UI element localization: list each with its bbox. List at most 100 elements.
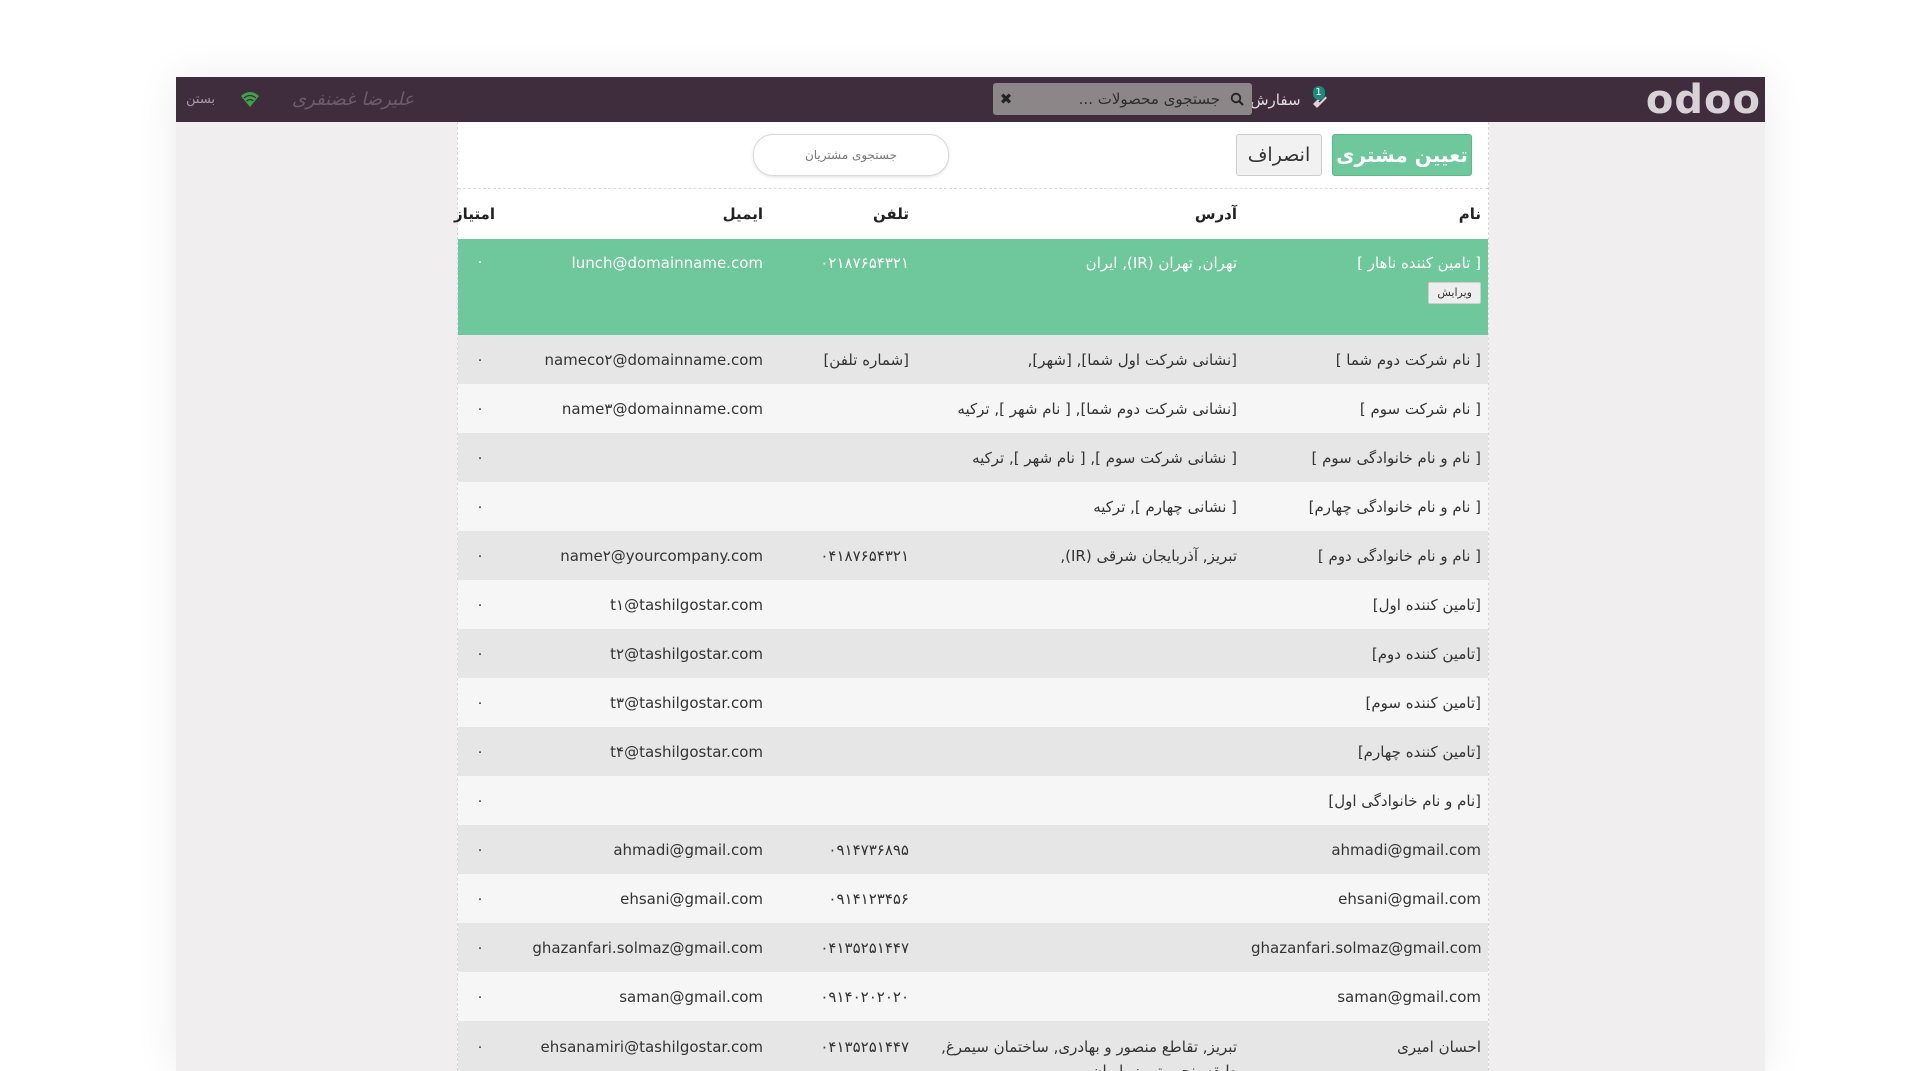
orders-badge: 1 [1312, 86, 1325, 100]
cell-email: name۳@domainname.com [561, 399, 763, 418]
cell-points: ۰ [476, 547, 484, 564]
cell-name: ahmadi@gmail.com [1331, 840, 1481, 859]
cell-name-text: [ تامین کننده ناهار ] [1357, 254, 1481, 272]
customer-table: نام آدرس تلفن ایمیل امتیاز [ تامین کننده… [454, 189, 1488, 1071]
cell-address: [نشانی شرکت دوم شما], [ نام شهر ], ترکیه [957, 399, 1237, 418]
cell-email: ehsani@gmail.com [620, 889, 763, 908]
cell-name: [تامین کننده اول] [1372, 595, 1481, 614]
cell-email: t۳@tashilgostar.com [610, 693, 763, 712]
cell-points: ۰ [476, 351, 484, 368]
table-row[interactable]: [تامین کننده دوم] t۲@tashilgostar.com ۰ [458, 629, 1488, 678]
cell-address [916, 923, 1244, 972]
cell-address [916, 776, 1244, 825]
cell-points: ۰ [476, 694, 484, 711]
cell-email: ghazanfari.solmaz@gmail.com [532, 938, 763, 957]
cell-points: ۰ [476, 841, 484, 858]
cell-name: [ نام شرکت سوم ] [1359, 399, 1481, 418]
cell-address [916, 629, 1244, 678]
table-row[interactable]: ahmadi@gmail.com ۰۹۱۴۷۳۶۸۹۵ ahmadi@gmail… [458, 825, 1488, 874]
table-header: نام آدرس تلفن ایمیل امتیاز [454, 189, 1488, 239]
cell-address [916, 825, 1244, 874]
cell-name: [ تامین کننده ناهار ] ویرایش [1244, 239, 1488, 335]
cell-points: ۰ [476, 939, 484, 956]
assign-customer-button[interactable]: تعیین مشتری [1332, 134, 1472, 176]
cell-address: تبریز, آذربایجان شرقی (IR), [1060, 546, 1237, 565]
cell-phone: [شماره تلفن] [823, 350, 909, 369]
cell-phone: ۰۹۱۴۰۲۰۲۰۲۰ [820, 987, 909, 1006]
cell-phone: ۰۲۱۸۷۶۵۴۳۲۱ [820, 254, 909, 272]
pos-window: odoo 1 سفارش ها جستجوی محصولات ... ✖ علی… [176, 77, 1765, 1071]
cell-name: [نام و نام خانوادگی اول] [1328, 791, 1481, 810]
cell-phone [770, 482, 916, 531]
cell-phone [770, 580, 916, 629]
cell-points: ۰ [476, 498, 484, 515]
table-row[interactable]: saman@gmail.com ۰۹۱۴۰۲۰۲۰۲۰ saman@gmail.… [458, 972, 1488, 1021]
cell-points: ۰ [476, 890, 484, 907]
product-search[interactable]: جستجوی محصولات ... ✖ [993, 83, 1252, 115]
product-search-input[interactable]: جستجوی محصولات ... [1019, 90, 1222, 108]
table-row-selected[interactable]: [ تامین کننده ناهار ] ویرایش تهران, تهرا… [458, 239, 1488, 335]
table-row[interactable]: [تامین کننده سوم] t۳@tashilgostar.com ۰ [458, 678, 1488, 727]
cell-phone: ۰۹۱۴۷۳۶۸۹۵ [828, 840, 909, 859]
col-address: آدرس [1194, 205, 1237, 223]
top-bar: odoo 1 سفارش ها جستجوی محصولات ... ✖ علی… [176, 77, 1765, 122]
ticket-icon: 1 [1309, 86, 1333, 112]
cell-address: تبریز, تقاطع منصور و بهادری, ساختمان سیم… [941, 1038, 1237, 1071]
table-row[interactable]: [نام و نام خانوادگی اول] ۰ [458, 776, 1488, 825]
cell-address [916, 580, 1244, 629]
user-name: علیرضا غضنفری [292, 89, 415, 110]
cell-email [502, 776, 770, 825]
cell-phone [770, 678, 916, 727]
cell-name: [ نام و نام خانوادگی چهارم] [1308, 497, 1481, 516]
table-row[interactable]: احسان امیری تبریز, تقاطع منصور و بهادری,… [458, 1021, 1488, 1071]
cell-email [502, 433, 770, 482]
cell-name: [تامین کننده چهارم] [1357, 742, 1481, 761]
cell-email: t۲@tashilgostar.com [610, 644, 763, 663]
cell-phone: ۰۴۱۳۵۲۵۱۴۴۷ [820, 1038, 909, 1056]
table-row[interactable]: ghazanfari.solmaz@gmail.com ۰۴۱۳۵۲۵۱۴۴۷ … [458, 923, 1488, 972]
edit-customer-button[interactable]: ویرایش [1428, 282, 1481, 304]
cancel-button[interactable]: انصراف [1236, 134, 1322, 176]
cell-name: ghazanfari.solmaz@gmail.com [1251, 938, 1482, 957]
table-row[interactable]: [تامین کننده اول] t۱@tashilgostar.com ۰ [458, 580, 1488, 629]
cell-phone [770, 384, 916, 433]
cell-name: [تامین کننده سوم] [1365, 693, 1482, 712]
table-row[interactable]: [ نام شرکت دوم شما ] [نشانی شرکت اول شما… [458, 335, 1488, 384]
cell-phone [770, 433, 916, 482]
cell-address [916, 874, 1244, 923]
cell-phone [770, 776, 916, 825]
cell-email: name۲@yourcompany.com [560, 546, 763, 565]
cell-address: [ نشانی چهارم ], ترکیه [1093, 497, 1237, 516]
cell-points: ۰ [476, 254, 484, 270]
cell-address [916, 972, 1244, 1021]
cell-email: saman@gmail.com [619, 987, 763, 1006]
cell-points: ۰ [476, 792, 484, 809]
cell-email: lunch@domainname.com [571, 254, 763, 272]
cell-phone: ۰۴۱۸۷۶۵۴۳۲۱ [820, 546, 909, 565]
col-phone: تلفن [872, 205, 909, 223]
customer-search-input[interactable]: جستجوی مشتریان [753, 134, 949, 176]
cell-address [916, 727, 1244, 776]
cell-name: احسان امیری [1397, 1038, 1481, 1056]
col-email: ایمیل [722, 205, 763, 223]
table-row[interactable]: [تامین کننده چهارم] t۴@tashilgostar.com … [458, 727, 1488, 776]
cell-points: ۰ [476, 1039, 484, 1055]
table-row[interactable]: [ نام و نام خانوادگی چهارم] [ نشانی چهار… [458, 482, 1488, 531]
cell-points: ۰ [476, 743, 484, 760]
cell-email: t۱@tashilgostar.com [610, 595, 763, 614]
cell-points: ۰ [476, 988, 484, 1005]
cell-address: تهران, تهران (IR), ایران [1085, 254, 1237, 272]
table-row[interactable]: [ نام شرکت سوم ] [نشانی شرکت دوم شما], [… [458, 384, 1488, 433]
customer-panel: تعیین مشتری انصراف جستجوی مشتریان نام آد… [454, 122, 1489, 1071]
cell-phone [770, 629, 916, 678]
close-button[interactable]: بستن [186, 85, 215, 115]
wifi-icon [239, 89, 261, 109]
clear-search-icon[interactable]: ✖ [993, 90, 1019, 108]
cell-phone: ۰۴۱۳۵۲۵۱۴۴۷ [820, 938, 909, 957]
cell-name: [ نام شرکت دوم شما ] [1335, 350, 1481, 369]
search-icon [1222, 83, 1252, 115]
cell-name: ehsani@gmail.com [1338, 889, 1481, 908]
table-row[interactable]: [ نام و نام خانوادگی دوم ] تبریز, آذربای… [458, 531, 1488, 580]
table-row[interactable]: ehsani@gmail.com ۰۹۱۴۱۲۳۴۵۶ ehsani@gmail… [458, 874, 1488, 923]
table-row[interactable]: [ نام و نام خانوادگی سوم ] [ نشانی شرکت … [458, 433, 1488, 482]
